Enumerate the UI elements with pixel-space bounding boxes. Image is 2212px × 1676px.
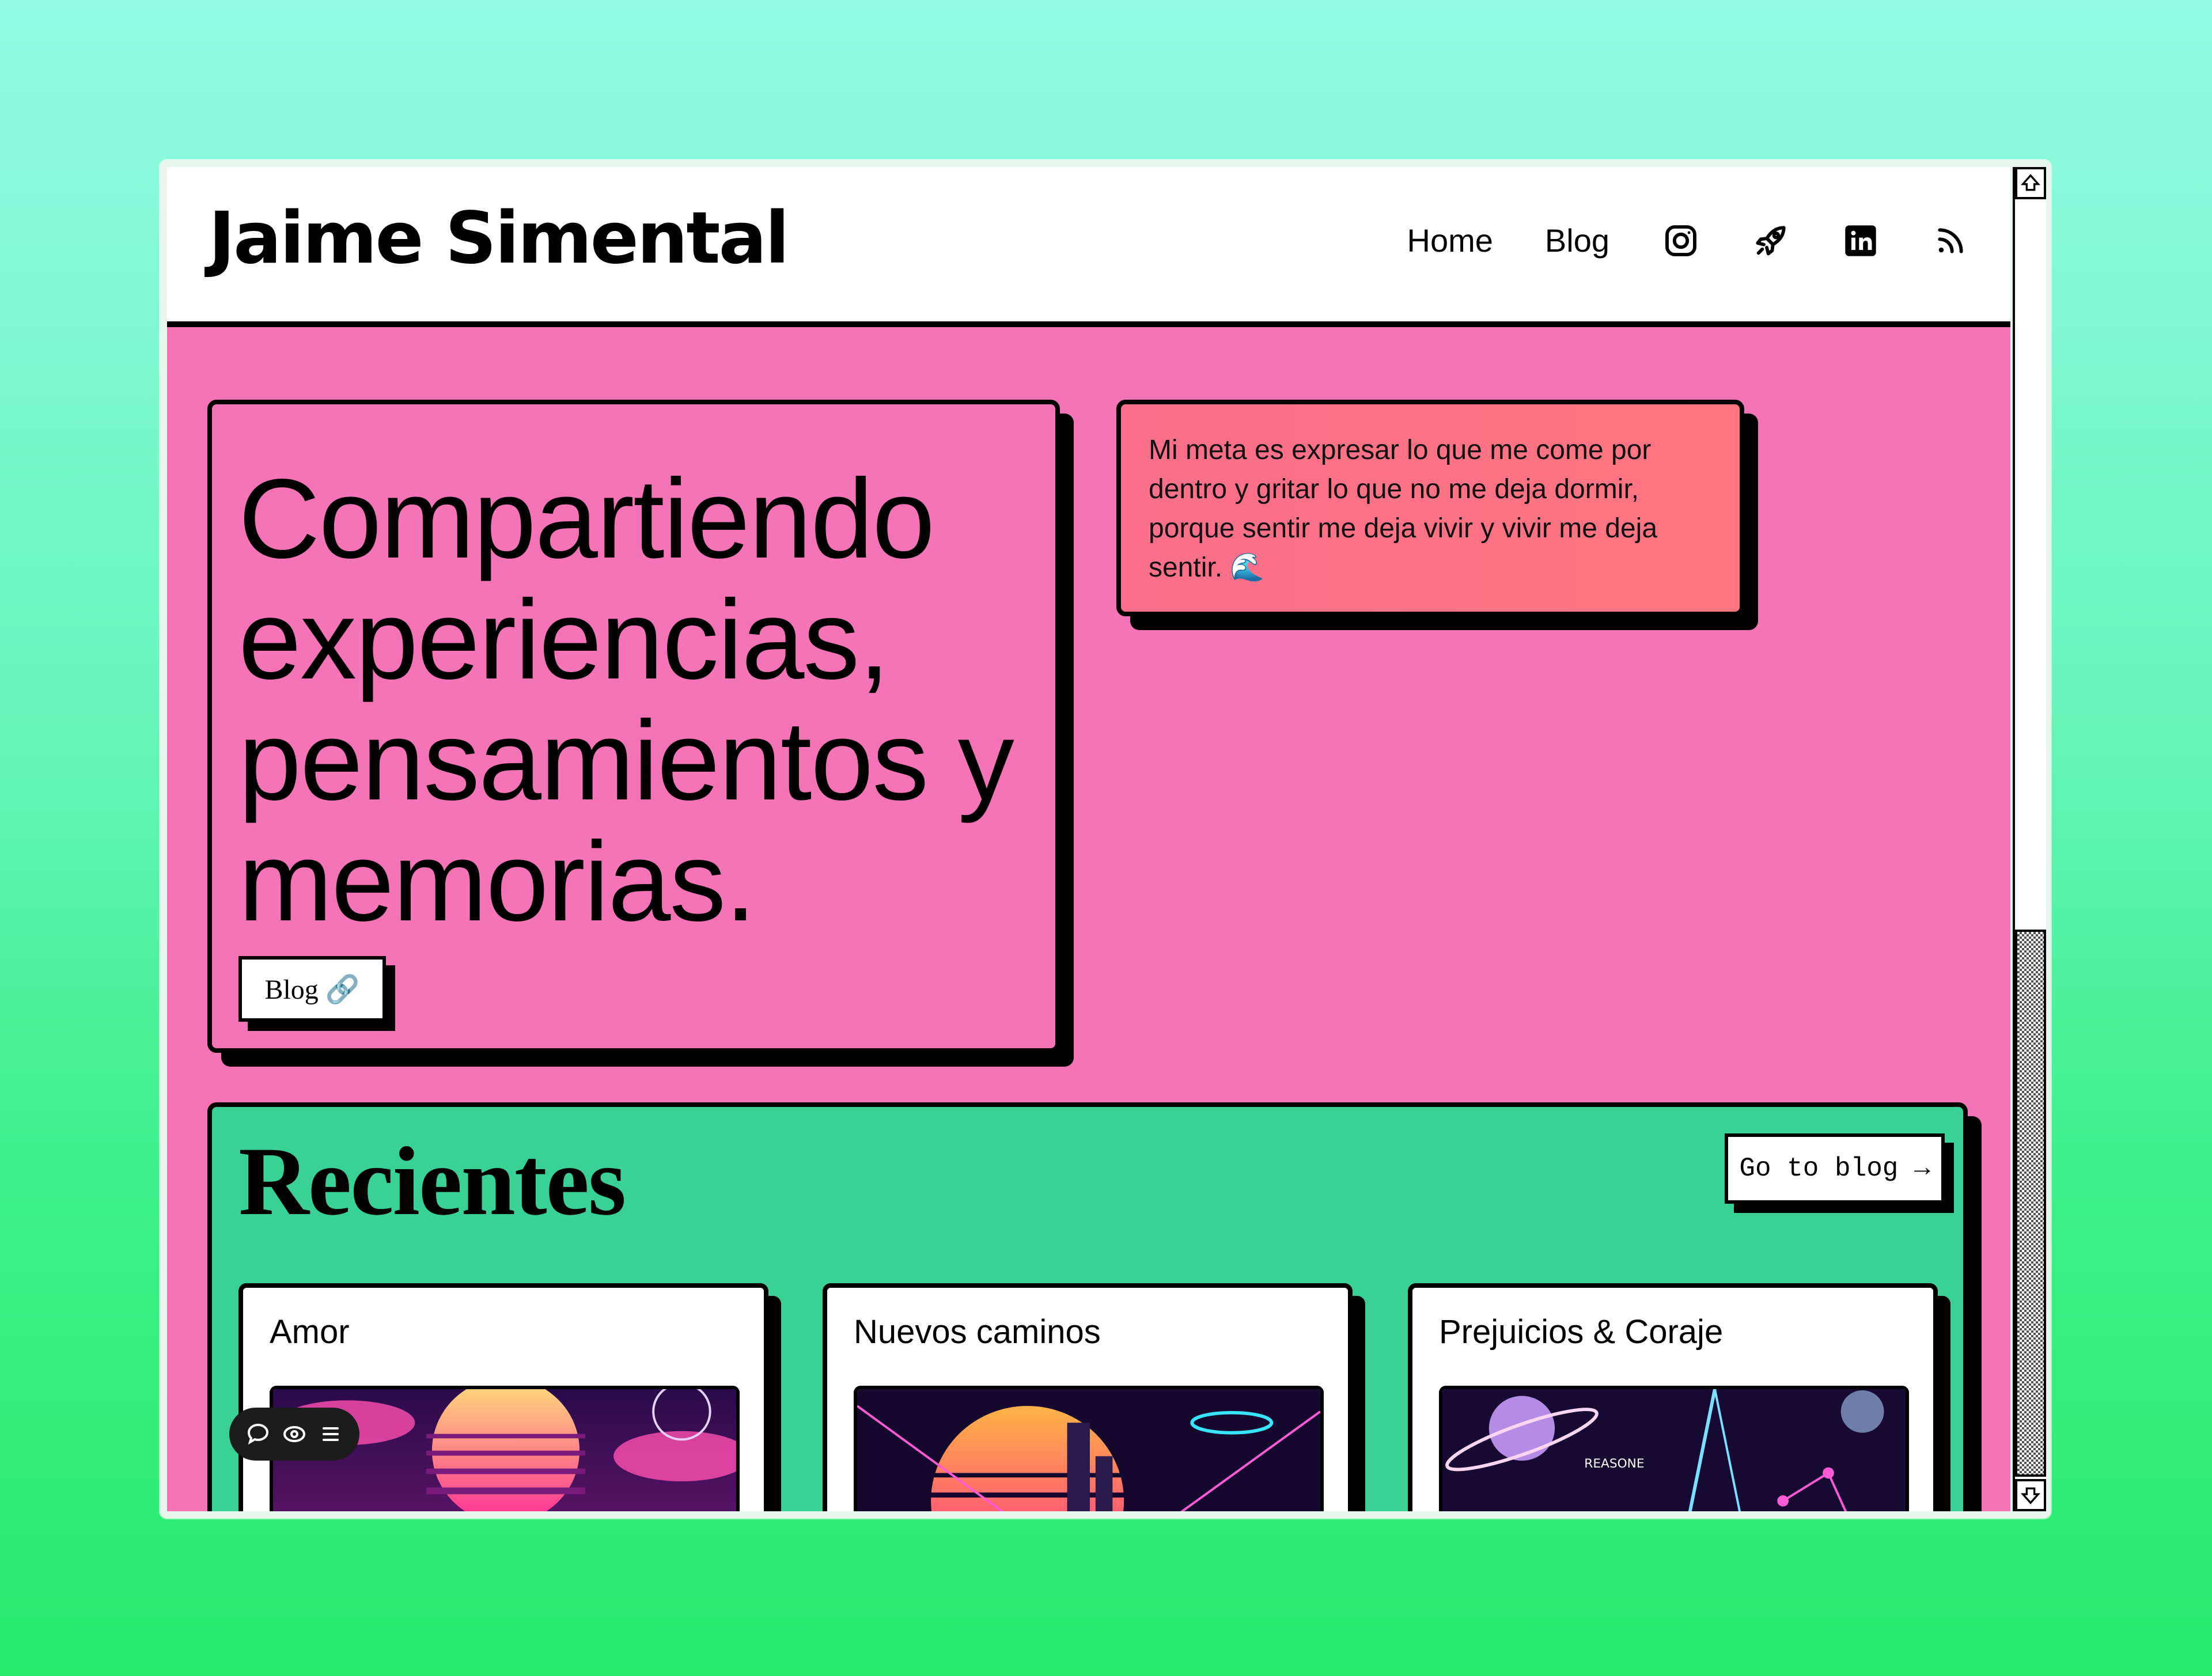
linkedin-icon[interactable] <box>1842 222 1879 259</box>
recents-title: Recientes <box>238 1127 626 1235</box>
post-title: Nuevos caminos <box>854 1313 1101 1351</box>
quote-text: Mi meta es expresar lo que me come por d… <box>1149 435 1658 583</box>
post-title: Amor <box>270 1313 350 1351</box>
main-nav: Home Blog <box>1355 222 1969 259</box>
hero-card: Compartiendo experiencias, pensamientos … <box>207 400 1060 1053</box>
page-viewport: Jaime Simental Home Blog Compartiendo ex… <box>167 167 2010 1511</box>
nav-home-link[interactable]: Home <box>1407 225 1493 257</box>
hero-blog-button[interactable]: Blog 🔗 <box>238 956 386 1022</box>
post-card-amor[interactable]: Amor <box>238 1283 768 1511</box>
post-image-caption: REASONE <box>1584 1457 1644 1471</box>
vertical-scrollbar[interactable] <box>2013 167 2046 1511</box>
scrollbar-thumb[interactable] <box>2015 930 2046 1477</box>
site-logo[interactable]: Jaime Simental <box>209 203 790 274</box>
post-image-space[interactable]: REASONE <box>1439 1386 1909 1511</box>
eye-icon[interactable] <box>281 1420 308 1448</box>
post-title: Prejuicios & Coraje <box>1439 1313 1724 1351</box>
quote-card: Mi meta es expresar lo que me come por d… <box>1116 400 1744 616</box>
nav-blog-link[interactable]: Blog <box>1545 225 1609 257</box>
rss-icon[interactable] <box>1932 222 1969 259</box>
recents-section: Recientes Go to blog → Amor Nuevos camin… <box>207 1102 1968 1511</box>
post-image-city[interactable] <box>854 1386 1324 1511</box>
post-card-prejuicios-coraje[interactable]: Prejuicios & Coraje REASONE <box>1408 1283 1938 1511</box>
comment-icon[interactable] <box>244 1420 272 1448</box>
rocket-icon[interactable] <box>1752 222 1789 259</box>
floating-toolbar <box>229 1408 359 1461</box>
instagram-icon[interactable] <box>1662 222 1699 259</box>
menu-icon[interactable] <box>317 1420 344 1448</box>
site-header: Jaime Simental Home Blog <box>167 167 2010 327</box>
browser-frame: Jaime Simental Home Blog Compartiendo ex… <box>160 160 2051 1518</box>
scroll-up-arrow-icon[interactable] <box>2015 167 2046 199</box>
scroll-down-arrow-icon[interactable] <box>2015 1479 2046 1511</box>
go-to-blog-button[interactable]: Go to blog → <box>1725 1133 1945 1204</box>
hero-title: Compartiendo experiencias, pensamientos … <box>238 456 1014 945</box>
post-card-nuevos-caminos[interactable]: Nuevos caminos <box>823 1283 1353 1511</box>
